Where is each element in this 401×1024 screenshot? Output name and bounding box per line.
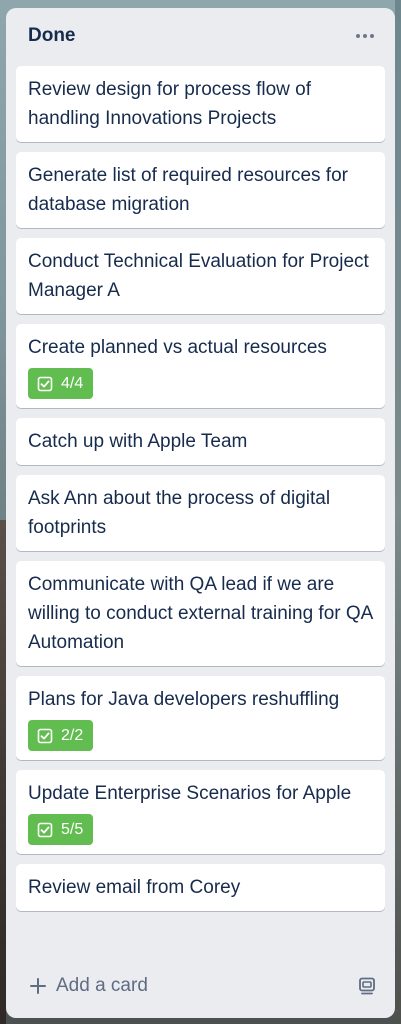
card-title: Communicate with QA lead if we are willi… <box>28 574 373 653</box>
checklist-icon <box>37 376 53 392</box>
card-title: Catch up with Apple Team <box>28 431 248 452</box>
card-title: Generate list of required resources for … <box>28 165 348 215</box>
card[interactable]: Ask Ann about the process of digital foo… <box>16 475 385 551</box>
checklist-count: 5/5 <box>61 820 84 838</box>
add-card-button[interactable]: Add a card <box>30 975 148 997</box>
checklist-badge: 4/4 <box>28 368 94 399</box>
card[interactable]: Review design for process flow of handli… <box>16 66 385 142</box>
checklist-icon <box>37 822 53 838</box>
checklist-count: 4/4 <box>61 374 84 392</box>
card-title: Conduct Technical Evaluation for Project… <box>28 251 369 301</box>
checklist-count: 2/2 <box>61 726 84 744</box>
list-footer: Add a card <box>6 954 395 1018</box>
card-title: Ask Ann about the process of digital foo… <box>28 488 331 538</box>
list-title[interactable]: Done <box>28 25 76 47</box>
ellipsis-icon[interactable] <box>353 26 377 46</box>
card-title: Review design for process flow of handli… <box>28 79 312 129</box>
card[interactable]: Conduct Technical Evaluation for Project… <box>16 238 385 314</box>
card-title: Create planned vs actual resources <box>28 337 327 358</box>
card[interactable]: Generate list of required resources for … <box>16 152 385 228</box>
checklist-badge: 5/5 <box>28 814 94 845</box>
card-title: Update Enterprise Scenarios for Apple <box>28 783 352 804</box>
card-title: Review email from Corey <box>28 877 241 898</box>
card[interactable]: Review email from Corey <box>16 864 385 911</box>
background-right-strip <box>395 0 401 1024</box>
card[interactable]: Create planned vs actual resources 4/4 <box>16 324 385 408</box>
plus-icon <box>30 978 46 994</box>
card-template-icon[interactable] <box>357 976 377 996</box>
add-card-label: Add a card <box>56 975 148 996</box>
card[interactable]: Catch up with Apple Team <box>16 418 385 465</box>
checklist-icon <box>37 728 53 744</box>
card[interactable]: Plans for Java developers reshuffling 2/2 <box>16 676 385 760</box>
card[interactable]: Update Enterprise Scenarios for Apple 5/5 <box>16 770 385 854</box>
list-header: Done <box>6 8 395 64</box>
card-title: Plans for Java developers reshuffling <box>28 689 340 710</box>
card-list: Review design for process flow of handli… <box>16 66 385 921</box>
checklist-badge: 2/2 <box>28 720 94 751</box>
card[interactable]: Communicate with QA lead if we are willi… <box>16 561 385 666</box>
list-column-done: Done Review design for process flow of h… <box>6 8 395 1018</box>
